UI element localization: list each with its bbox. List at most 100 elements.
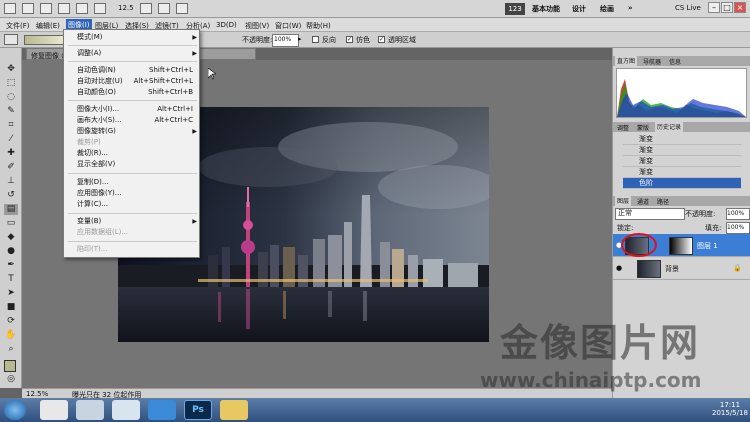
tab-masks[interactable]: 蒙版: [635, 123, 651, 132]
system-clock[interactable]: 17:11 2015/5/18: [712, 401, 748, 417]
history-brush-tool-icon[interactable]: ↺: [4, 190, 18, 201]
layer-fill-input[interactable]: 100%: [726, 222, 750, 234]
visibility-eye-icon[interactable]: ●: [616, 264, 622, 272]
hand-tool-icon[interactable]: [140, 3, 152, 14]
lock-icon: 🔒: [733, 264, 742, 272]
transparency-checkbox[interactable]: ✓: [378, 36, 385, 43]
menu-item-trim[interactable]: 裁切(R)...: [64, 148, 201, 159]
opacity-input[interactable]: 100%: [272, 34, 299, 47]
menu-3d[interactable]: 3D(D): [216, 21, 237, 29]
bridge-icon[interactable]: [22, 3, 34, 14]
healing-tool-icon[interactable]: ✚: [4, 148, 18, 159]
taskbar-folder-icon[interactable]: [220, 400, 248, 420]
menu-item-auto-color[interactable]: 自动颜色(O) Shift+Ctrl+B: [64, 87, 201, 98]
history-item[interactable]: 渐变: [623, 145, 741, 156]
pen-tool-icon[interactable]: ✒: [4, 260, 18, 271]
history-item[interactable]: 渐变: [623, 167, 741, 178]
menu-file[interactable]: 文件(F): [6, 21, 30, 31]
mini-bridge-icon[interactable]: [40, 3, 52, 14]
tab-navigator[interactable]: 导航器: [641, 57, 663, 66]
menu-window[interactable]: 窗口(W): [275, 21, 301, 31]
arrange-documents-icon[interactable]: [94, 3, 106, 14]
foreground-color-swatch[interactable]: [4, 360, 16, 372]
workspace-more-icon[interactable]: »: [628, 4, 633, 12]
taskbar-photoshop-icon[interactable]: Ps: [184, 400, 212, 420]
minimize-button[interactable]: –: [708, 2, 720, 13]
dither-checkbox[interactable]: ✓: [346, 36, 353, 43]
status-zoom[interactable]: 12.5%: [26, 390, 48, 398]
menu-item-apply-image[interactable]: 应用图像(Y)...: [64, 188, 201, 199]
3d-rotate-tool-icon[interactable]: ⟳: [4, 316, 18, 327]
move-tool-icon[interactable]: ✥: [4, 64, 18, 75]
layer-row[interactable]: ● 背景 🔒: [613, 257, 750, 280]
workspace-essentials[interactable]: 基本功能: [532, 4, 560, 14]
dodge-tool-icon[interactable]: ●: [4, 246, 18, 257]
menu-edit[interactable]: 编辑(E): [36, 21, 60, 31]
close-button[interactable]: ×: [734, 2, 746, 13]
zoom-level-select[interactable]: 12.5: [118, 4, 134, 12]
menu-item-auto-contrast[interactable]: 自动对比度(U) Alt+Shift+Ctrl+L: [64, 76, 201, 87]
hand-tool-icon[interactable]: ✋: [4, 330, 18, 341]
layer-opacity-input[interactable]: 100%: [726, 208, 750, 220]
taskbar-explorer-icon[interactable]: [40, 400, 68, 420]
history-item[interactable]: 渐变: [623, 156, 741, 167]
start-button-icon[interactable]: [4, 400, 26, 420]
opacity-dropdown-icon[interactable]: ▸: [298, 35, 302, 43]
taskbar-baidu-icon[interactable]: [148, 400, 176, 420]
workspace-painting[interactable]: 绘画: [600, 4, 614, 14]
layer-opacity-label: 不透明度:: [685, 210, 716, 218]
marquee-tool-icon[interactable]: ⬚: [4, 78, 18, 89]
type-tool-icon[interactable]: T: [4, 274, 18, 285]
path-select-tool-icon[interactable]: ➤: [4, 288, 18, 299]
blend-mode-select[interactable]: 正常: [615, 208, 685, 220]
eyedropper-tool-icon[interactable]: ⁄: [4, 134, 18, 145]
quick-select-tool-icon[interactable]: ✎: [4, 106, 18, 117]
tab-info[interactable]: 信息: [667, 57, 683, 66]
menu-help[interactable]: 帮助(H): [306, 21, 331, 31]
gradient-preview[interactable]: [24, 35, 64, 45]
menu-item-image-size[interactable]: 图像大小(I)... Alt+Ctrl+I: [64, 104, 201, 115]
taskbar-app-icon[interactable]: [76, 400, 104, 420]
menu-item-variables[interactable]: 变量(B) ▶: [64, 216, 201, 227]
cs-live-button[interactable]: CS Live: [675, 4, 701, 12]
menu-item-adjustments[interactable]: 调整(A) ▶: [64, 48, 201, 59]
taskbar-sogou-icon[interactable]: [112, 400, 140, 420]
layer-mask-thumbnail[interactable]: [669, 237, 693, 255]
menu-item-canvas-size[interactable]: 画布大小(S)... Alt+Ctrl+C: [64, 115, 201, 126]
reverse-checkbox[interactable]: [312, 36, 319, 43]
lasso-tool-icon[interactable]: ◌: [4, 92, 18, 103]
menu-view[interactable]: 视图(V): [245, 21, 269, 31]
menu-item-reveal-all[interactable]: 显示全部(V): [64, 159, 201, 170]
tab-adjustments[interactable]: 调整: [615, 123, 631, 132]
maximize-button[interactable]: □: [721, 2, 733, 13]
menu-item-auto-tone[interactable]: 自动色调(N) Shift+Ctrl+L: [64, 65, 201, 76]
crop-tool-icon[interactable]: ⌗: [4, 120, 18, 131]
shape-tool-icon[interactable]: ■: [4, 302, 18, 313]
screen-mode-icon[interactable]: [176, 3, 188, 14]
zoom-tool-icon[interactable]: [76, 3, 88, 14]
rotate-view-icon[interactable]: [158, 3, 170, 14]
tab-paths[interactable]: 路径: [655, 197, 671, 206]
quick-mask-icon[interactable]: ◎: [4, 374, 18, 385]
brush-tool-icon[interactable]: ✐: [4, 162, 18, 173]
extras-icon[interactable]: [58, 3, 70, 14]
gradient-tool-icon[interactable]: ▤: [4, 204, 18, 215]
menu-item-image-rotation[interactable]: 图像旋转(G) ▶: [64, 126, 201, 137]
tab-history[interactable]: 历史记录: [655, 122, 684, 132]
tool-preset-icon[interactable]: [4, 34, 18, 45]
zoom-tool-icon[interactable]: ⌕: [4, 344, 18, 355]
blur-tool-icon[interactable]: ◆: [4, 232, 18, 243]
submenu-arrow-icon: ▶: [192, 34, 197, 41]
eraser-tool-icon[interactable]: ▭: [4, 218, 18, 229]
workspace-design[interactable]: 设计: [572, 4, 586, 14]
tab-channels[interactable]: 通道: [635, 197, 651, 206]
history-item[interactable]: 渐变: [623, 134, 741, 145]
menu-item-duplicate[interactable]: 复制(D)...: [64, 177, 201, 188]
menu-item-mode[interactable]: 模式(M) ▶: [64, 32, 201, 43]
tab-layers[interactable]: 图层: [615, 196, 632, 206]
transparency-label: 透明区域: [388, 36, 416, 44]
clone-stamp-tool-icon[interactable]: ⊥: [4, 176, 18, 187]
tab-histogram[interactable]: 直方图: [615, 56, 638, 66]
menu-item-calculations[interactable]: 计算(C)...: [64, 199, 201, 210]
history-item-selected[interactable]: 色阶: [623, 178, 741, 189]
